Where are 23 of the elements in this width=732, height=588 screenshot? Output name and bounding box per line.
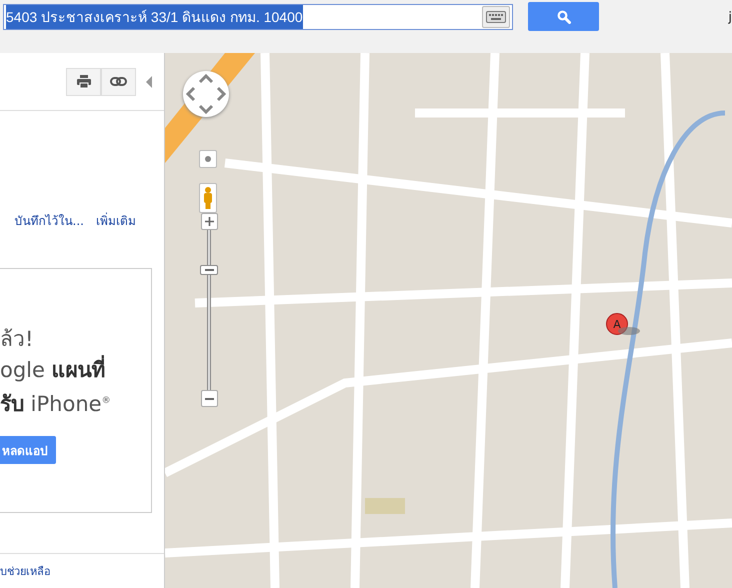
print-button[interactable] (66, 68, 101, 96)
plus-icon (204, 217, 214, 226)
zoom-out-button[interactable] (200, 390, 218, 407)
panel-link[interactable]: บันทึกไว้ใน... (14, 211, 84, 230)
promo-text: ล้ว! (0, 326, 34, 353)
search-field[interactable]: 5403 ประชาสงเคราะห์ 33/1 ดินแดง กทม. 10400 (3, 4, 513, 30)
link-icon (110, 77, 127, 86)
promo-text: ogle แผนที่ (0, 355, 151, 386)
collapse-arrow-icon[interactable] (146, 76, 152, 88)
zoom-slider-handle[interactable] (200, 265, 218, 275)
promo-text: รับ iPhone$^{®}$ (0, 391, 112, 418)
help-link[interactable]: บช่วยเหลือ (0, 562, 51, 580)
keyboard-icon[interactable] (482, 6, 510, 28)
zoom-in-button[interactable] (200, 213, 218, 230)
marker-shadow (618, 327, 640, 335)
printer-icon (76, 75, 90, 88)
search-button[interactable] (528, 2, 599, 31)
search-icon (556, 10, 570, 24)
street-view-button[interactable] (199, 150, 217, 168)
header-text: j (728, 10, 732, 25)
link-button[interactable] (101, 68, 136, 96)
minus-icon (204, 398, 214, 400)
panel-link[interactable]: เพิ่มเติม (96, 211, 136, 230)
